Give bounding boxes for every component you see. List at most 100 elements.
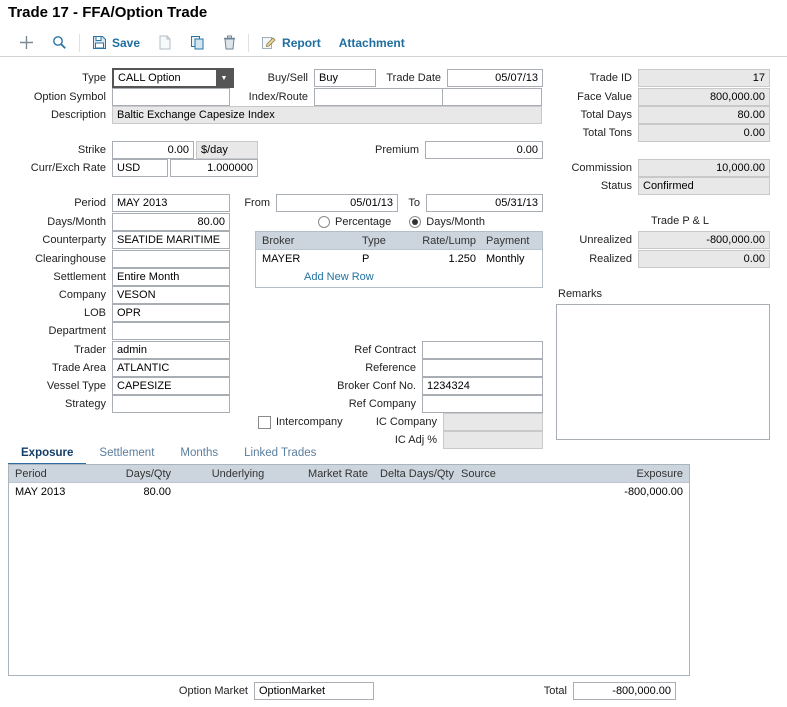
counterparty-label: Counterparty (2, 234, 112, 246)
counterparty-input[interactable] (112, 231, 230, 249)
broker-table-row[interactable]: MAYER P 1.250 Monthly (256, 250, 542, 268)
exposure-cell: -800,000.00 (565, 486, 689, 498)
remarks-textarea[interactable] (556, 304, 770, 440)
period-input[interactable] (112, 194, 230, 212)
tab-settlement[interactable]: Settlement (86, 444, 167, 466)
option-market-label: Option Market (150, 685, 254, 697)
ic-company-row: IC Company (330, 413, 543, 431)
total-field (573, 682, 676, 700)
intercompany-checkbox[interactable] (258, 416, 271, 429)
type-dropdown-value: CALL Option (118, 72, 181, 84)
exch-rate-input[interactable] (170, 159, 258, 177)
buy-sell-row: Buy/Sell (240, 69, 376, 87)
strike-input[interactable] (112, 141, 194, 159)
trader-input[interactable] (112, 341, 230, 359)
lob-row: LOB (2, 304, 230, 322)
new-button[interactable] (10, 32, 43, 53)
broker-conf-no-input[interactable] (422, 377, 543, 395)
total-row: Total (498, 682, 676, 700)
report-button[interactable]: Report (252, 32, 330, 53)
realized-field (638, 250, 770, 268)
curr-exch-rate-row: Curr/Exch Rate (2, 159, 258, 177)
index-route-input[interactable] (314, 88, 443, 106)
days-qty-cell: 80.00 (101, 486, 177, 498)
department-label: Department (2, 325, 112, 337)
bottom-tabs: Exposure Settlement Months Linked Trades (8, 444, 329, 466)
premium-input[interactable] (425, 141, 543, 159)
total-days-label: Total Days (532, 109, 638, 121)
delta-days-qty-col-header: Delta Days/Qty (377, 468, 457, 480)
currency-input[interactable] (112, 159, 168, 177)
new-document-button[interactable] (149, 32, 181, 53)
commission-field (638, 159, 770, 177)
strategy-row: Strategy (2, 395, 230, 413)
commission-row: Commission (532, 159, 770, 177)
days-month-input[interactable] (112, 213, 230, 231)
ref-contract-label: Ref Contract (320, 344, 422, 356)
type-dropdown[interactable]: CALL Option ▼ (112, 68, 234, 88)
broker-table: Broker Type Rate/Lump Payment MAYER P 1.… (255, 231, 543, 288)
strike-unit-field (196, 141, 258, 159)
delete-button[interactable] (214, 32, 245, 53)
clearinghouse-input[interactable] (112, 250, 230, 268)
broker-conf-no-label: Broker Conf No. (320, 380, 422, 392)
total-tons-label: Total Tons (532, 127, 638, 139)
realized-row: Realized (532, 250, 770, 268)
lob-label: LOB (2, 307, 112, 319)
index-route-row: Index/Route (240, 88, 542, 106)
ref-company-input[interactable] (422, 395, 543, 413)
lob-input[interactable] (112, 304, 230, 322)
index-route-input-2[interactable] (442, 88, 542, 106)
tab-exposure[interactable]: Exposure (8, 444, 86, 466)
percentage-radio[interactable] (318, 216, 330, 228)
department-input[interactable] (112, 322, 230, 340)
ref-contract-input[interactable] (422, 341, 543, 359)
department-row: Department (2, 322, 230, 340)
save-button[interactable]: Save (83, 32, 149, 53)
attachment-button[interactable]: Attachment (330, 33, 414, 53)
from-input[interactable] (276, 194, 398, 212)
toolbar-separator (79, 34, 80, 52)
buy-sell-input[interactable] (314, 69, 376, 87)
face-value-label: Face Value (532, 91, 638, 103)
ref-company-row: Ref Company (320, 395, 543, 413)
option-symbol-input[interactable] (112, 88, 230, 106)
reference-input[interactable] (422, 359, 543, 377)
company-label: Company (2, 289, 112, 301)
clearinghouse-row: Clearinghouse (2, 250, 230, 268)
remarks-label: Remarks (558, 288, 602, 300)
strategy-input[interactable] (112, 395, 230, 413)
rate-lump-col-header: Rate/Lump (412, 235, 482, 247)
trade-area-input[interactable] (112, 359, 230, 377)
add-new-row-link[interactable]: Add New Row (256, 268, 542, 286)
exposure-table-row[interactable]: MAY 2013 80.00 -800,000.00 (9, 483, 689, 501)
from-label: From (228, 197, 276, 209)
face-value-row: Face Value (532, 88, 770, 106)
option-market-input[interactable] (254, 682, 374, 700)
total-days-row: Total Days (532, 106, 770, 124)
counterparty-row: Counterparty (2, 231, 230, 249)
period-label: Period (2, 197, 112, 209)
underlying-col-header: Underlying (177, 468, 299, 480)
percentage-radio-label: Percentage (335, 216, 391, 228)
days-month-radio[interactable] (409, 216, 421, 228)
trade-pl-heading: Trade P & L (600, 215, 760, 227)
strike-label: Strike (2, 144, 112, 156)
tab-linked-trades[interactable]: Linked Trades (231, 444, 329, 466)
broker-table-header: Broker Type Rate/Lump Payment (256, 232, 542, 250)
premium-label: Premium (320, 144, 425, 156)
to-input[interactable] (426, 194, 543, 212)
status-row: Status (532, 177, 770, 195)
ic-company-label: IC Company (330, 416, 443, 428)
exposure-col-header: Exposure (565, 468, 689, 480)
ref-contract-row: Ref Contract (320, 341, 543, 359)
settlement-input[interactable] (112, 268, 230, 286)
company-input[interactable] (112, 286, 230, 304)
tab-months[interactable]: Months (167, 444, 231, 466)
search-button[interactable] (43, 32, 76, 53)
vessel-type-input[interactable] (112, 377, 230, 395)
copy-button[interactable] (181, 32, 214, 53)
index-route-label: Index/Route (240, 91, 314, 103)
period-cell: MAY 2013 (9, 486, 101, 498)
trade-date-input[interactable] (447, 69, 543, 87)
